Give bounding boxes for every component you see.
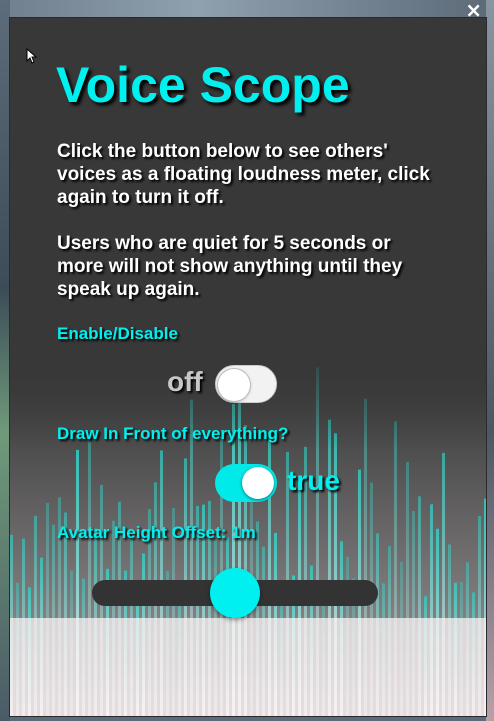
equalizer-bar — [424, 596, 427, 716]
desktop-background-left — [0, 0, 10, 721]
enable-state-text: off — [167, 366, 203, 397]
equalizer-bar — [406, 461, 409, 716]
draw-in-front-state-text: true — [287, 465, 340, 496]
equalizer-bar — [376, 533, 379, 716]
equalizer-bar — [46, 502, 49, 716]
avatar-height-offset-label: Avatar Height Offset: 1m — [57, 523, 256, 542]
equalizer-bar — [40, 557, 43, 716]
equalizer-bar — [430, 504, 433, 716]
equalizer-bar — [34, 515, 37, 716]
equalizer-bar — [382, 583, 385, 716]
equalizer-bar — [64, 512, 67, 716]
equalizer-bar — [70, 570, 73, 716]
enable-disable-label: Enable/Disable — [57, 324, 178, 343]
equalizer-bar — [316, 367, 319, 716]
description-toggle-help: Click the button below to see others' vo… — [57, 141, 430, 208]
draw-in-front-toggle[interactable] — [215, 464, 277, 502]
desktop-background-top — [0, 0, 494, 18]
equalizer-bar — [16, 582, 19, 716]
equalizer-bar — [454, 582, 457, 716]
draw-in-front-toggle-knob — [242, 467, 274, 499]
voice-scope-panel: Voice Scope Click the button below to se… — [10, 18, 486, 716]
equalizer-bar — [388, 545, 391, 716]
equalizer-bar — [76, 449, 79, 716]
equalizer-bar — [232, 404, 235, 716]
equalizer-bar — [274, 532, 277, 716]
cursor-arrow-icon — [26, 48, 38, 64]
equalizer-bar — [364, 398, 367, 716]
equalizer-bar — [436, 528, 439, 716]
equalizer-bar — [472, 592, 475, 716]
equalizer-bar — [256, 521, 259, 716]
equalizer-bar — [460, 581, 463, 716]
equalizer-bar — [442, 452, 445, 716]
equalizer-bar — [412, 511, 415, 716]
enable-toggle[interactable] — [215, 365, 277, 403]
equalizer-bar — [22, 538, 25, 716]
equalizer-bar — [94, 528, 97, 716]
equalizer-bar — [448, 544, 451, 716]
equalizer-bar — [82, 578, 85, 716]
equalizer-bar — [394, 421, 397, 716]
equalizer-bar — [418, 496, 421, 716]
equalizer-bar — [262, 546, 265, 716]
height-offset-slider-thumb[interactable] — [210, 568, 260, 618]
equalizer-bar — [10, 534, 13, 716]
equalizer-bar — [178, 588, 181, 716]
equalizer-bar — [88, 442, 91, 716]
equalizer-bar — [214, 540, 217, 716]
equalizer-bar — [28, 587, 31, 716]
equalizer-bar — [484, 498, 486, 716]
page-title: Voice Scope — [56, 57, 350, 113]
desktop-background-right — [486, 0, 494, 721]
equalizer-bar — [280, 596, 283, 716]
equalizer-bar — [322, 591, 325, 716]
enable-toggle-knob — [218, 369, 250, 401]
equalizer-bar — [400, 561, 403, 716]
equalizer-bar — [112, 520, 115, 716]
equalizer-bar — [340, 541, 343, 716]
equalizer-bar — [130, 534, 133, 716]
equalizer-bar — [466, 562, 469, 716]
equalizer-bar — [478, 515, 481, 716]
equalizer-bar — [226, 537, 229, 716]
equalizer-bar — [190, 399, 193, 716]
equalizer-bar — [142, 553, 145, 716]
description-quiet-users: Users who are quiet for 5 seconds or mor… — [57, 233, 403, 300]
draw-in-front-label: Draw In Front of everything? — [57, 424, 289, 443]
equalizer-bar — [52, 524, 55, 716]
